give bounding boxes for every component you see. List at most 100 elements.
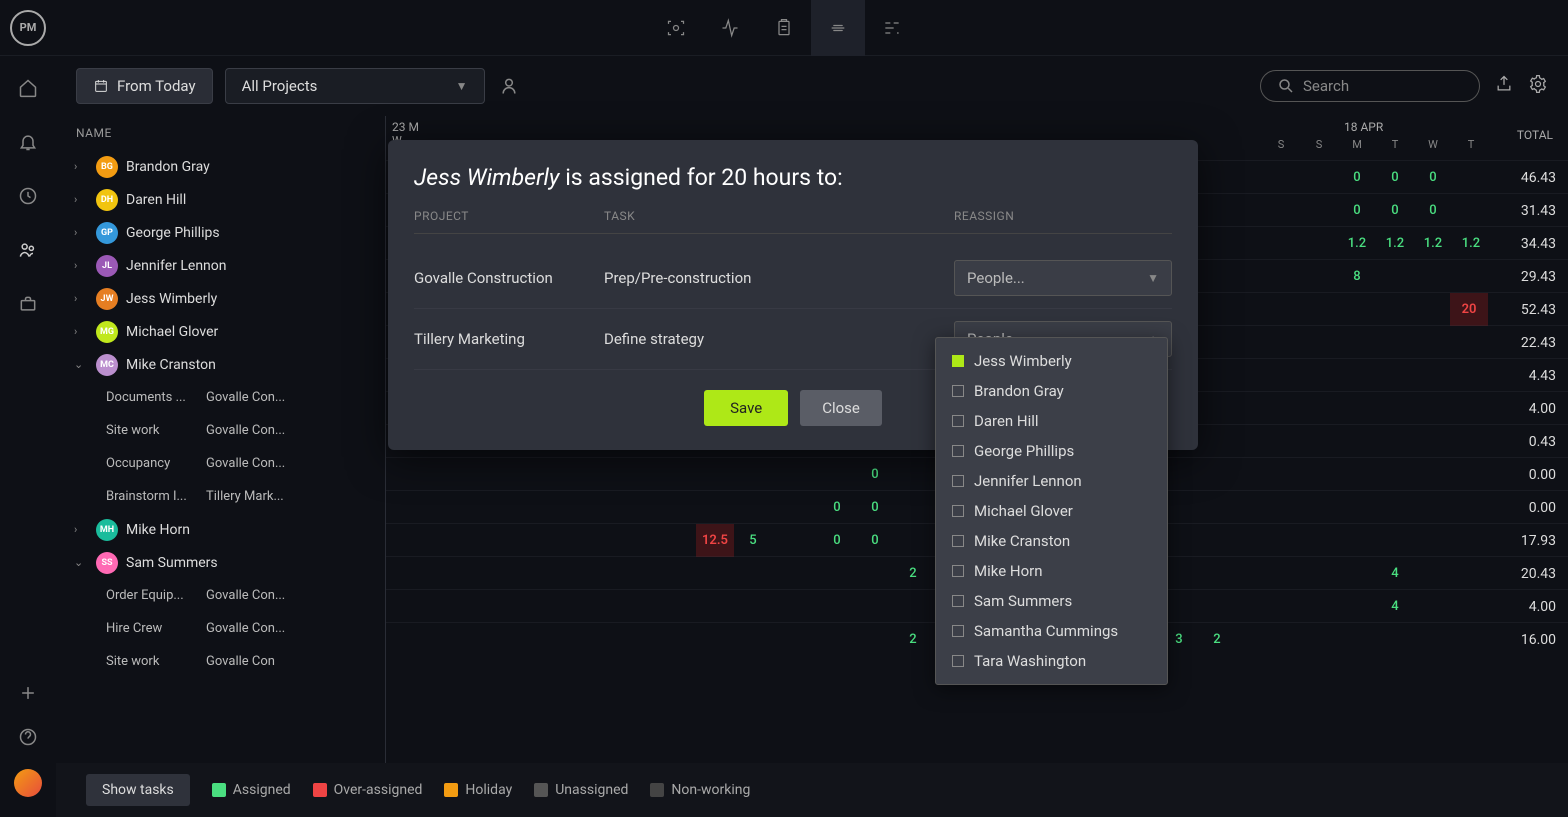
scan-icon[interactable] xyxy=(649,0,703,56)
workload-cell[interactable]: 2 xyxy=(894,557,932,590)
people-option[interactable]: Sam Summers xyxy=(936,586,1167,616)
person-filter-icon[interactable] xyxy=(497,74,521,98)
workload-cell[interactable]: 1.2 xyxy=(1338,227,1376,260)
checkbox[interactable] xyxy=(952,355,964,367)
workload-cell[interactable]: 12.5 xyxy=(696,524,734,557)
activity-icon[interactable] xyxy=(703,0,757,56)
share-icon[interactable] xyxy=(1494,74,1514,98)
checkbox[interactable] xyxy=(952,565,964,577)
home-icon[interactable] xyxy=(16,76,40,100)
checkbox[interactable] xyxy=(952,445,964,457)
person-row[interactable]: ›GPGeorge Phillips xyxy=(56,216,385,249)
expand-icon[interactable]: › xyxy=(74,160,88,173)
flow-icon[interactable] xyxy=(865,0,919,56)
close-button[interactable]: Close xyxy=(800,390,882,426)
expand-icon[interactable]: ⌄ xyxy=(74,556,88,569)
workload-cell[interactable]: 8 xyxy=(1338,260,1376,293)
person-row[interactable]: ›MGMichael Glover xyxy=(56,315,385,348)
workload-cell[interactable]: 0 xyxy=(818,491,856,524)
task-name: Occupancy xyxy=(106,456,206,471)
workload-cell[interactable]: 1.2 xyxy=(1414,227,1452,260)
plus-icon[interactable] xyxy=(16,681,40,705)
people-option[interactable]: Mike Cranston xyxy=(936,526,1167,556)
briefcase-icon[interactable] xyxy=(16,292,40,316)
workload-cell[interactable]: 2 xyxy=(1198,623,1236,656)
checkbox[interactable] xyxy=(952,625,964,637)
checkbox[interactable] xyxy=(952,475,964,487)
search-input[interactable]: Search xyxy=(1260,70,1480,102)
person-row[interactable]: ›JLJennifer Lennon xyxy=(56,249,385,282)
bell-icon[interactable] xyxy=(16,130,40,154)
task-row[interactable]: OccupancyGovalle Con... xyxy=(56,447,385,480)
workload-cell[interactable]: 4 xyxy=(1376,557,1414,590)
expand-icon[interactable]: › xyxy=(74,523,88,536)
workload-cell[interactable]: 0 xyxy=(856,491,894,524)
checkbox[interactable] xyxy=(952,505,964,517)
attachment-icon[interactable] xyxy=(811,0,865,56)
workload-cell[interactable]: 5 xyxy=(734,524,772,557)
clock-icon[interactable] xyxy=(16,184,40,208)
checkbox[interactable] xyxy=(952,535,964,547)
checkbox[interactable] xyxy=(952,595,964,607)
people-dropdown[interactable]: Jess WimberlyBrandon GrayDaren HillGeorg… xyxy=(935,337,1168,685)
expand-icon[interactable]: › xyxy=(74,193,88,206)
people-select[interactable]: People...▼ xyxy=(954,260,1172,296)
task-row[interactable]: Brainstorm I...Tillery Mark... xyxy=(56,480,385,513)
person-row[interactable]: ›BGBrandon Gray xyxy=(56,150,385,183)
logo[interactable]: PM xyxy=(0,0,56,56)
people-option[interactable]: Jennifer Lennon xyxy=(936,466,1167,496)
day-label: S xyxy=(1300,138,1338,151)
checkbox[interactable] xyxy=(952,415,964,427)
person-row[interactable]: ›MHMike Horn xyxy=(56,513,385,546)
workload-cell[interactable]: 1.2 xyxy=(1452,227,1490,260)
person-row[interactable]: ›DHDaren Hill xyxy=(56,183,385,216)
task-row[interactable]: Site workGovalle Con xyxy=(56,645,385,678)
workload-cell[interactable]: 0 xyxy=(856,458,894,491)
clipboard-icon[interactable] xyxy=(757,0,811,56)
show-tasks-button[interactable]: Show tasks xyxy=(86,774,190,806)
projects-dropdown[interactable]: All Projects ▼ xyxy=(225,68,485,104)
workload-cell[interactable]: 0 xyxy=(1338,161,1376,194)
task-row[interactable]: Documents ...Govalle Con... xyxy=(56,381,385,414)
help-icon[interactable] xyxy=(16,725,40,749)
workload-cell[interactable]: 4 xyxy=(1376,590,1414,623)
person-row[interactable]: ⌄SSSam Summers xyxy=(56,546,385,579)
user-avatar[interactable] xyxy=(14,769,42,797)
checkbox[interactable] xyxy=(952,655,964,667)
legend-swatch xyxy=(534,783,548,797)
people-option[interactable]: Daren Hill xyxy=(936,406,1167,436)
save-button[interactable]: Save xyxy=(704,390,788,426)
people-option[interactable]: Samantha Cummings xyxy=(936,616,1167,646)
workload-cell[interactable]: 0 xyxy=(856,524,894,557)
workload-cell[interactable]: 0 xyxy=(1414,161,1452,194)
workload-cell[interactable]: 0 xyxy=(1376,161,1414,194)
people-option[interactable]: Michael Glover xyxy=(936,496,1167,526)
checkbox[interactable] xyxy=(952,385,964,397)
people-option[interactable]: Tara Washington xyxy=(936,646,1167,676)
workload-cell[interactable]: 0 xyxy=(1338,194,1376,227)
workload-cell[interactable]: 0 xyxy=(818,524,856,557)
from-today-button[interactable]: From Today xyxy=(76,68,213,104)
people-option[interactable]: Brandon Gray xyxy=(936,376,1167,406)
people-option[interactable]: Jess Wimberly xyxy=(936,346,1167,376)
people-icon[interactable] xyxy=(16,238,40,262)
workload-cell[interactable]: 20 xyxy=(1450,293,1488,326)
gear-icon[interactable] xyxy=(1528,74,1548,98)
expand-icon[interactable]: › xyxy=(74,325,88,338)
expand-icon[interactable]: › xyxy=(74,292,88,305)
workload-cell[interactable]: 0 xyxy=(1414,194,1452,227)
workload-cell[interactable]: 1.2 xyxy=(1376,227,1414,260)
task-row[interactable]: Site workGovalle Con... xyxy=(56,414,385,447)
expand-icon[interactable]: › xyxy=(74,259,88,272)
workload-cell[interactable]: 2 xyxy=(894,623,932,656)
workload-cell[interactable]: 0 xyxy=(1376,194,1414,227)
task-row[interactable]: Order Equip...Govalle Con... xyxy=(56,579,385,612)
people-option[interactable]: Mike Horn xyxy=(936,556,1167,586)
people-option[interactable]: George Phillips xyxy=(936,436,1167,466)
expand-icon[interactable]: › xyxy=(74,226,88,239)
task-row[interactable]: Hire CrewGovalle Con... xyxy=(56,612,385,645)
person-row[interactable]: ⌄MCMike Cranston xyxy=(56,348,385,381)
person-row[interactable]: ›JWJess Wimberly xyxy=(56,282,385,315)
expand-icon[interactable]: ⌄ xyxy=(74,358,88,371)
from-today-label: From Today xyxy=(117,77,196,95)
